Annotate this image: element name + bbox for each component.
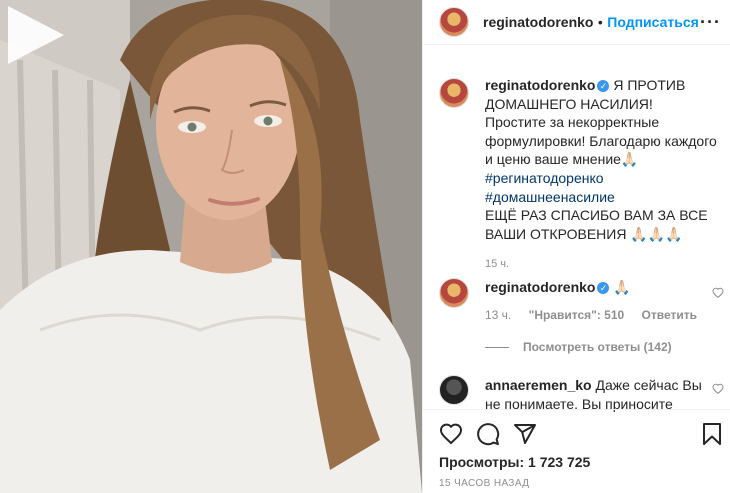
post-timestamp[interactable]: 15 ЧАСОВ НАЗАД [439, 478, 529, 489]
video-player[interactable] [0, 0, 422, 493]
comment-meta: 13 ч. "Нравится": 510 Ответить [485, 308, 711, 322]
share-icon[interactable] [513, 422, 537, 446]
verified-icon: ✓ [597, 282, 610, 294]
heart-icon[interactable] [712, 287, 724, 299]
caption-line: ДОМАШНЕГО НАСИЛИЯ! [485, 95, 653, 112]
comment: reginatodorenko ✓ 🙏🏻 [485, 279, 631, 296]
post-caption: reginatodorenko ✓ Я ПРОТИВ ДОМАШНЕГО НАСИ… [485, 76, 721, 274]
video-frame [0, 0, 422, 493]
view-replies-button[interactable]: Посмотреть ответы (142) [485, 340, 672, 354]
comment-avatar[interactable] [439, 375, 469, 405]
heart-icon[interactable] [439, 422, 463, 446]
post-actions: Просмотры: 1 723 725 15 ЧАСОВ НАЗАД [423, 409, 730, 493]
comment-avatar[interactable] [439, 278, 469, 308]
caption-line: и ценю ваше мнение🙏🏻 [485, 151, 639, 168]
post-header: reginatodorenko • Подписаться ··· [423, 0, 730, 45]
views-count[interactable]: Просмотры: 1 723 725 [439, 454, 590, 470]
more-icon[interactable]: ··· [700, 12, 721, 33]
hashtag-link[interactable]: #домашнеенасилие [485, 188, 721, 207]
comment-icon[interactable] [476, 422, 500, 446]
verified-icon: ✓ [597, 80, 610, 92]
caption-time[interactable]: 15 ч. [485, 258, 509, 270]
play-icon[interactable] [0, 0, 70, 70]
caption-line: ЕЩЁ РАЗ СПАСИБО ВАМ ЗА ВСЕ [485, 207, 708, 224]
header-username[interactable]: reginatodorenko [483, 14, 593, 30]
comment-time[interactable]: 13 ч. [485, 308, 511, 322]
view-replies-label: Посмотреть ответы (142) [523, 340, 672, 354]
heart-icon[interactable] [712, 383, 724, 395]
comment-username[interactable]: reginatodorenko [485, 279, 595, 295]
follow-button[interactable]: Подписаться [607, 14, 699, 30]
separator-dot: • [597, 14, 603, 30]
reply-button[interactable]: Ответить [642, 308, 697, 322]
comment-username[interactable]: annaeremen_ko [485, 377, 592, 393]
replies-divider [485, 347, 509, 349]
comment-text: Даже сейчас Вы [595, 377, 702, 393]
comment-text: 🙏🏻 [613, 279, 631, 295]
caption-line: Простите за некорректные [485, 114, 660, 131]
caption-username[interactable]: reginatodorenko [485, 77, 595, 93]
bookmark-icon[interactable] [700, 422, 724, 446]
caption-avatar[interactable] [439, 78, 469, 108]
avatar[interactable] [439, 7, 469, 37]
post-side-panel: reginatodorenko • Подписаться ··· regina… [422, 0, 730, 493]
caption-line: формулировки! Благодарю каждого [485, 132, 717, 149]
caption-line: ВАШИ ОТКРОВЕНИЯ 🙏🏻🙏🏻🙏🏻 [485, 225, 683, 242]
hashtag-link[interactable]: #регинатодоренко [485, 169, 721, 188]
comment-likes[interactable]: "Нравится": 510 [529, 308, 625, 322]
comment: annaeremen_ko Даже сейчас Вы не понимает… [485, 376, 715, 413]
caption-line: Я ПРОТИВ [613, 77, 686, 93]
